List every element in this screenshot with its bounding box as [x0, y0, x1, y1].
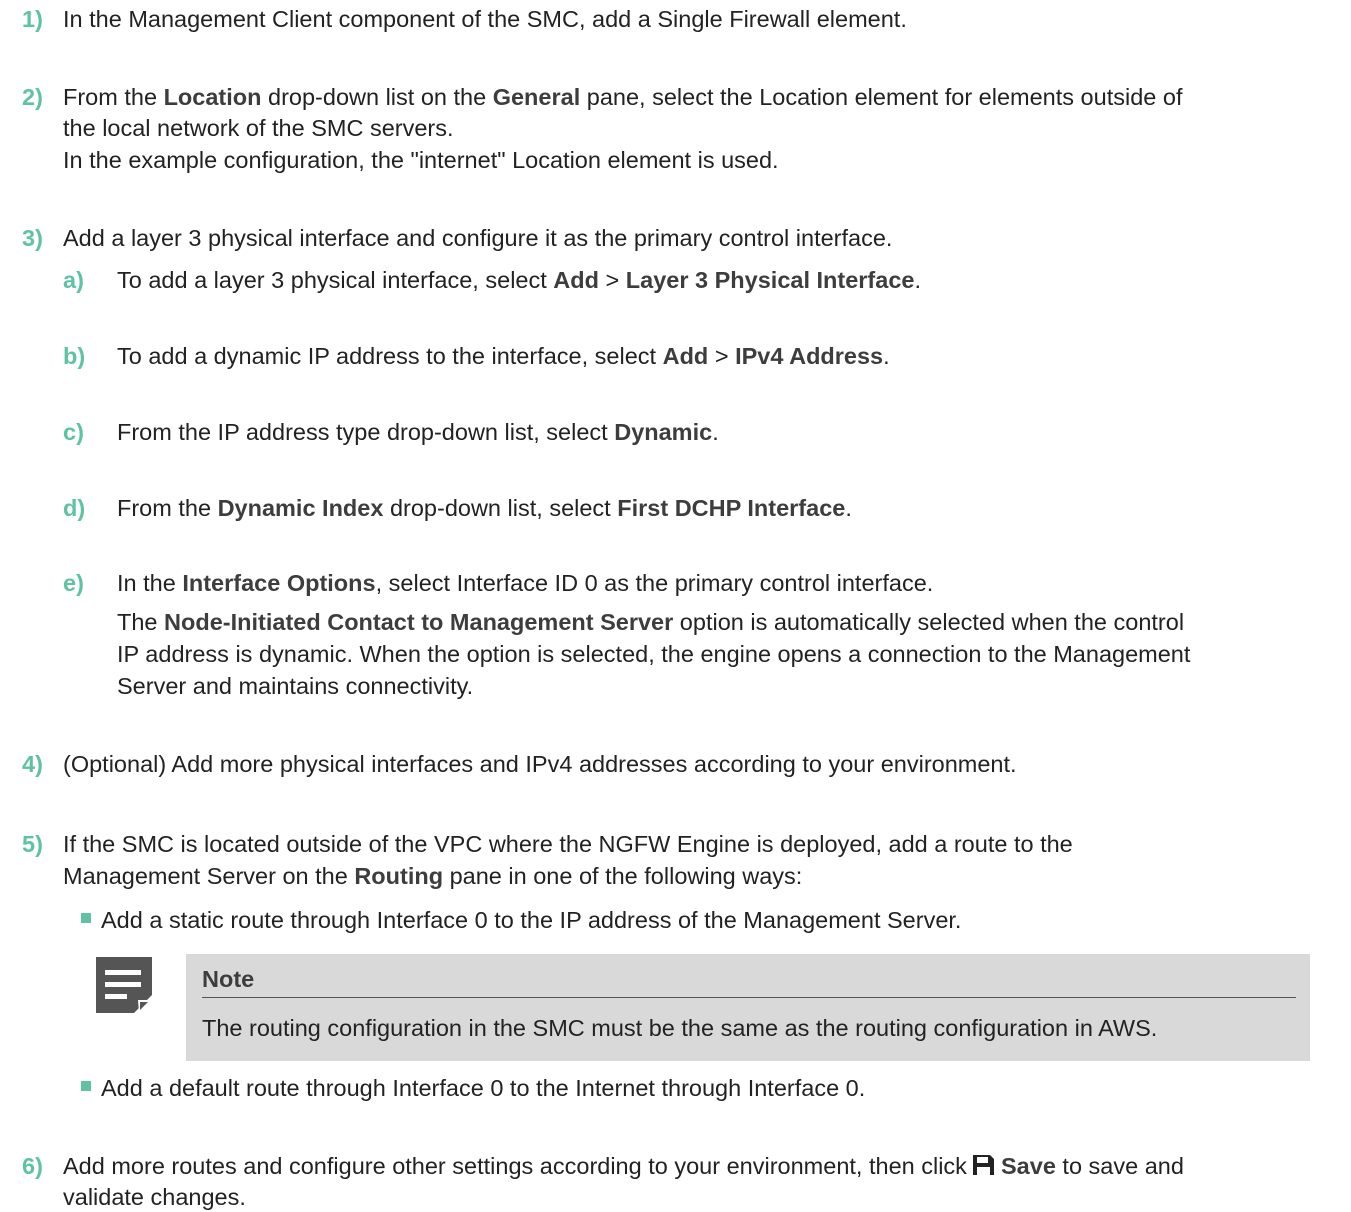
ui-term: Add: [662, 343, 709, 369]
step-text: From the Location drop-down list on the …: [63, 84, 1183, 110]
substep-number: b): [63, 343, 86, 369]
ui-term: First DCHP Interface: [617, 495, 846, 521]
ui-term: Add: [553, 267, 599, 293]
ui-term: Location: [163, 84, 262, 110]
substep-number: c): [63, 419, 84, 445]
substep-info: Server and maintains connectivity.: [117, 673, 474, 699]
substep-text: In the Interface Options, select Interfa…: [117, 570, 934, 596]
step-text: Management Server on the Routing pane in…: [63, 863, 803, 889]
substep-number: a): [63, 267, 84, 293]
step-text: the local network of the SMC servers.: [63, 115, 454, 141]
bullet-text: Add a static route through Interface 0 t…: [101, 907, 962, 933]
step-number: 4): [22, 751, 43, 777]
step-text: Add more routes and configure other sett…: [63, 1153, 1184, 1179]
step-text: validate changes.: [63, 1184, 246, 1210]
substep-info: IP address is dynamic. When the option i…: [117, 641, 1191, 667]
ui-term: Node-Initiated Contact to Management Ser…: [164, 609, 674, 635]
save-icon: [973, 1155, 995, 1175]
ui-term: Interface Options: [182, 570, 376, 596]
note-box: [186, 954, 1310, 1061]
step-number: 1): [22, 6, 43, 32]
ui-term: Routing: [354, 863, 444, 889]
ui-term: IPv4 Address: [735, 343, 884, 369]
ui-term: Dynamic: [614, 419, 713, 445]
ui-term: Dynamic Index: [217, 495, 384, 521]
substep-text: From the Dynamic Index drop-down list, s…: [117, 495, 852, 521]
substep-info: The Node-Initiated Contact to Management…: [117, 609, 1185, 635]
bullet-text: Add a default route through Interface 0 …: [101, 1075, 866, 1101]
substep-number: e): [63, 570, 84, 596]
substep-text: From the IP address type drop-down list,…: [117, 419, 719, 445]
ui-term: Layer 3 Physical Interface: [625, 267, 915, 293]
note-text: The routing configuration in the SMC mus…: [202, 1015, 1158, 1041]
substep-text: To add a layer 3 physical interface, sel…: [117, 267, 922, 293]
note-divider: [202, 997, 1296, 998]
step-number: 2): [22, 84, 43, 110]
substep-number: d): [63, 495, 86, 521]
step-result: In the example configuration, the "inter…: [63, 147, 779, 173]
step-text: If the SMC is located outside of the VPC…: [63, 831, 1073, 857]
ui-term: Save: [1001, 1153, 1056, 1179]
step-number: 6): [22, 1153, 43, 1179]
step-number: 3): [22, 225, 43, 251]
substep-text: To add a dynamic IP address to the inter…: [117, 343, 890, 369]
note-icon: [96, 957, 152, 1013]
ui-term: General: [492, 84, 581, 110]
bullet-marker: [81, 1081, 91, 1091]
step-text: Add a layer 3 physical interface and con…: [63, 225, 893, 251]
note-title: Note: [202, 966, 255, 992]
step-text: In the Management Client component of th…: [63, 6, 907, 32]
step-number: 5): [22, 831, 43, 857]
step-text: (Optional) Add more physical interfaces …: [63, 751, 1017, 777]
bullet-marker: [81, 913, 91, 923]
